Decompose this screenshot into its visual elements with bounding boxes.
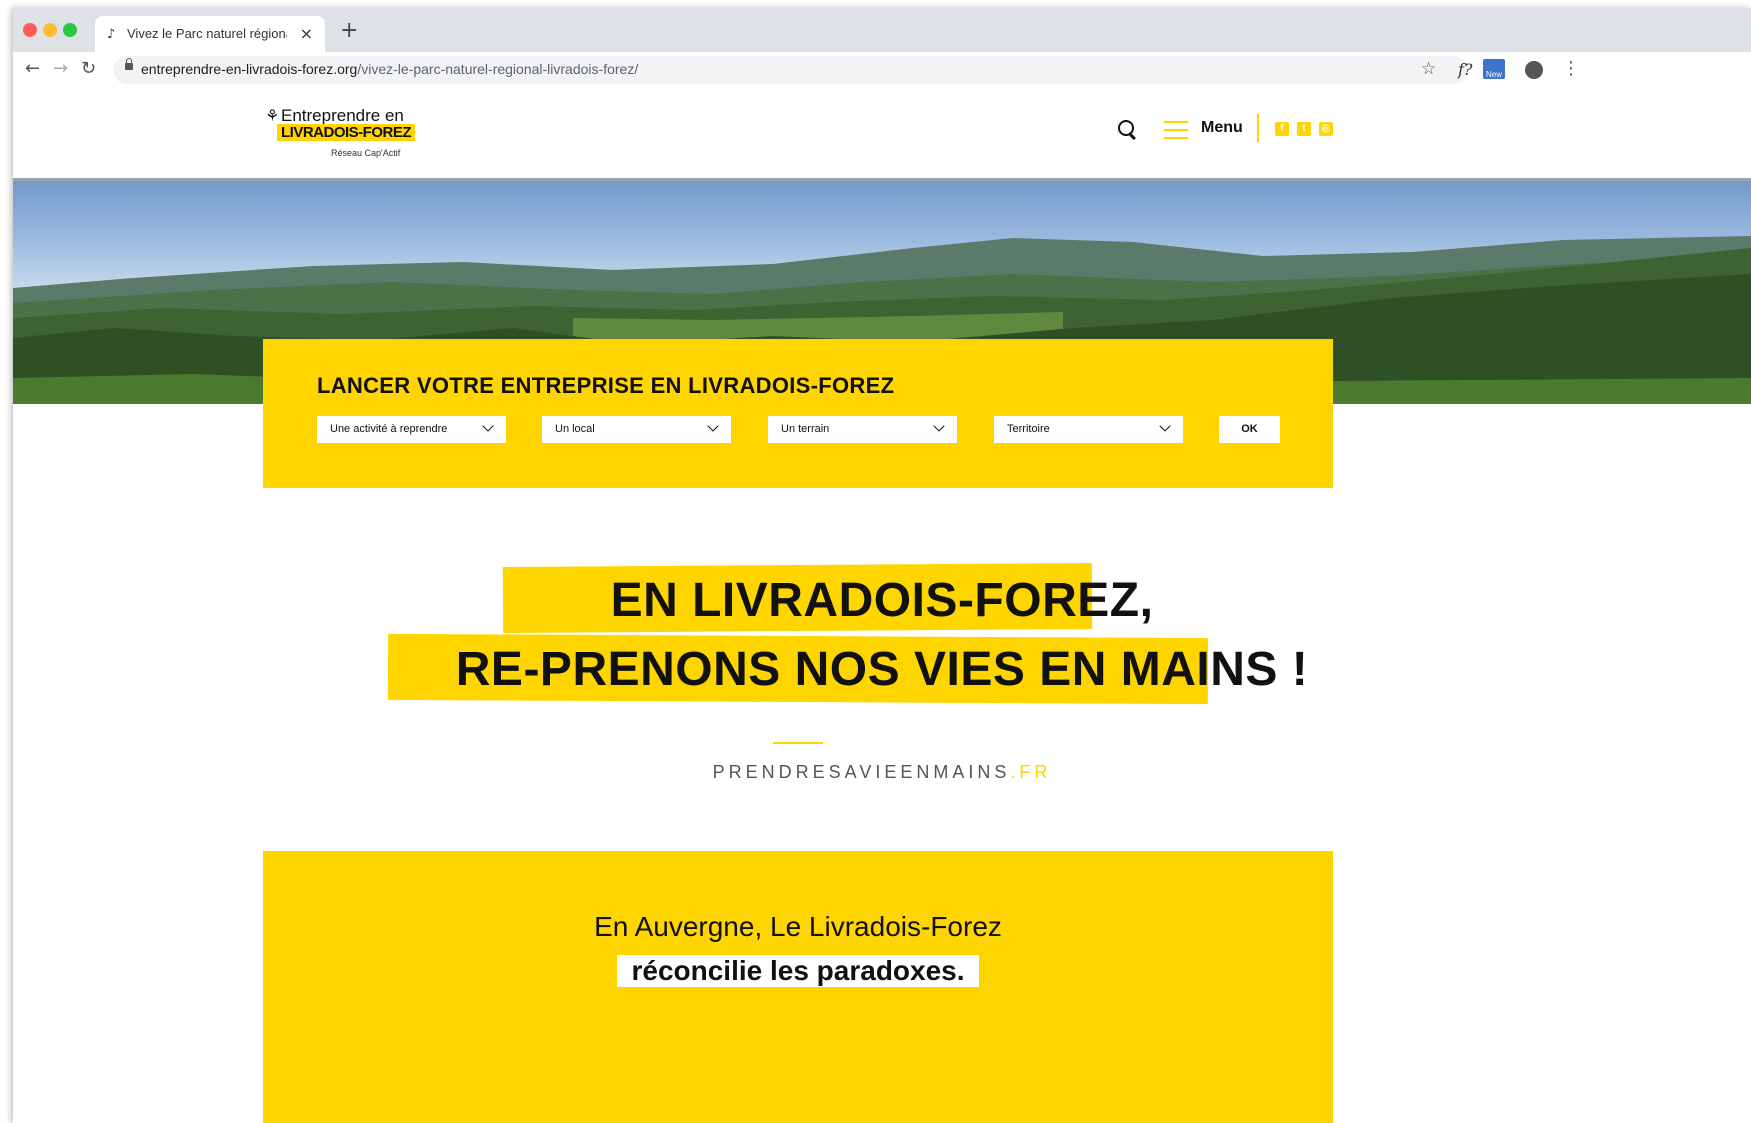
browser-menu-icon[interactable]: ⋮ xyxy=(1562,58,1580,79)
extension-new-label: New xyxy=(1485,70,1502,79)
intro-line2: réconcilie les paradoxes. xyxy=(617,955,979,987)
select-local-label: Un local xyxy=(555,423,595,435)
headline-line2: RE-PRENONS NOS VIES EN MAINS ! xyxy=(455,643,1309,696)
select-terrain[interactable]: Un terrain xyxy=(768,416,957,443)
twitter-icon[interactable]: t xyxy=(1297,122,1311,136)
browser-tab[interactable]: ♪ Vivez le Parc naturel régional L × xyxy=(95,16,325,52)
profile-icon[interactable] xyxy=(1525,61,1543,79)
select-local[interactable]: Un local xyxy=(542,416,731,443)
headline-line1: EN LIVRADOIS-FOREZ, xyxy=(610,574,1154,627)
minimize-window-button[interactable] xyxy=(43,23,57,37)
select-terrain-label: Un terrain xyxy=(781,423,830,435)
favicon-icon: ♪ xyxy=(107,27,116,42)
menu-button[interactable]: Menu xyxy=(1201,119,1243,137)
back-icon[interactable]: ← xyxy=(25,58,40,79)
new-tab-button[interactable]: + xyxy=(340,18,358,43)
business-search-panel: LANCER VOTRE ENTREPRISE EN LIVRADOIS-FOR… xyxy=(263,339,1333,488)
select-territoire[interactable]: Territoire xyxy=(994,416,1183,443)
browser-window: ♪ Vivez le Parc naturel régional L × + ←… xyxy=(13,8,1751,1123)
prendresavieenmains-link[interactable]: PRENDRESAVIEENMAINS.FR xyxy=(13,762,1751,783)
hamburger-icon[interactable] xyxy=(1164,121,1188,139)
maximize-window-button[interactable] xyxy=(63,23,77,37)
site-logo[interactable]: ⚘ Entreprendre en LIVRADOIS-FOREZ Réseau… xyxy=(263,104,415,164)
forward-icon[interactable]: → xyxy=(53,58,68,79)
chevron-down-icon xyxy=(482,420,494,432)
url-domain: entreprendre-en-livradois-forez.org xyxy=(141,61,358,77)
logo-line2: LIVRADOIS-FOREZ xyxy=(277,124,415,141)
url-path: /vivez-le-parc-naturel-regional-livradoi… xyxy=(357,61,639,77)
address-bar[interactable]: entreprendre-en-livradois-forez.org/vive… xyxy=(113,56,1468,84)
site-link-main: PRENDRESAVIEENMAINS xyxy=(712,762,1011,782)
extension-new-icon[interactable]: New xyxy=(1483,59,1505,79)
logo-mark-icon: ⚘ xyxy=(265,106,280,125)
logo-tagline: Réseau Cap'Actif xyxy=(331,148,401,158)
select-territoire-label: Territoire xyxy=(1007,423,1050,435)
bookmark-star-icon[interactable]: ☆ xyxy=(1421,59,1436,79)
url-text[interactable]: entreprendre-en-livradois-forez.org/vive… xyxy=(141,61,638,77)
site-header: ⚘ Entreprendre en LIVRADOIS-FOREZ Réseau… xyxy=(13,88,1751,178)
browser-toolbar: ← → ↻ entreprendre-en-livradois-forez.or… xyxy=(13,52,1751,89)
intro-line1: En Auvergne, Le Livradois-Forez xyxy=(594,911,1002,942)
search-panel-title: LANCER VOTRE ENTREPRISE EN LIVRADOIS-FOR… xyxy=(317,373,895,398)
chevron-down-icon xyxy=(707,420,719,432)
logo-line1: Entreprendre en xyxy=(281,106,404,125)
lock-icon xyxy=(125,58,133,70)
close-window-button[interactable] xyxy=(23,23,37,37)
tab-bar: ♪ Vivez le Parc naturel régional L × + xyxy=(13,8,1751,52)
section-divider xyxy=(773,742,823,744)
facebook-icon[interactable]: f xyxy=(1275,122,1289,136)
site-link-tld: .FR xyxy=(1010,762,1052,782)
tab-title: Vivez le Parc naturel régional L xyxy=(127,26,287,41)
select-activite[interactable]: Une activité à reprendre xyxy=(317,416,506,443)
ok-button[interactable]: OK xyxy=(1219,416,1280,443)
select-activite-label: Une activité à reprendre xyxy=(330,423,448,435)
search-icon[interactable] xyxy=(1118,120,1134,136)
chevron-down-icon xyxy=(933,420,945,432)
reload-icon[interactable]: ↻ xyxy=(81,58,96,79)
close-tab-icon[interactable]: × xyxy=(300,24,313,43)
intro-band: En Auvergne, Le Livradois-Forez réconcil… xyxy=(263,851,1333,1123)
header-divider xyxy=(1257,114,1259,142)
chevron-down-icon xyxy=(1159,420,1171,432)
extension-f-icon[interactable]: f? xyxy=(1458,60,1473,79)
instagram-icon[interactable]: ◎ xyxy=(1319,122,1333,136)
